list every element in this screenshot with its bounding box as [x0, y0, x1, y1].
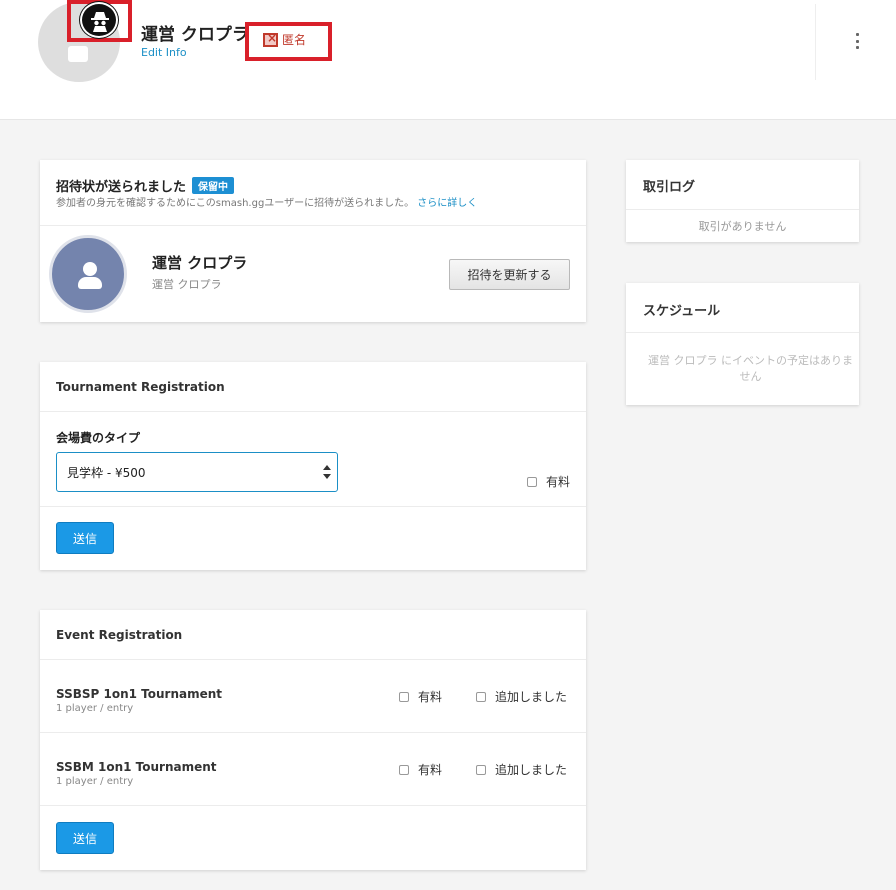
- event-name: SSBSP 1on1 Tournament: [56, 687, 223, 701]
- checkbox-icon: [399, 764, 409, 775]
- checkbox-icon: [476, 764, 486, 775]
- checkbox-icon: [527, 476, 537, 487]
- invitee-subname: 運営 クロプラ: [152, 278, 222, 291]
- refresh-invite-button[interactable]: 招待を更新する: [449, 259, 570, 290]
- paid-checkbox[interactable]: 有料: [527, 473, 570, 490]
- event-paid-checkbox[interactable]: 有料: [399, 688, 442, 705]
- invite-card: 招待状が送られました 保留中 参加者の身元を確認するためにこのsmash.ggユ…: [40, 160, 586, 322]
- submit-button[interactable]: 送信: [56, 522, 114, 554]
- paid-label: 有料: [418, 690, 443, 704]
- invite-title-row: 招待状が送られました 保留中: [56, 176, 235, 195]
- divider: [40, 659, 586, 660]
- transaction-log-empty: 取引がありません: [698, 220, 787, 233]
- select-arrows-icon: [323, 465, 331, 479]
- header-divider: [815, 4, 816, 80]
- event-paid-checkbox[interactable]: 有料: [399, 761, 442, 778]
- invitee-name: 運営 クロプラ: [152, 254, 248, 272]
- invite-description: 参加者の身元を確認するためにこのsmash.ggユーザーに招待が送られました。 …: [56, 194, 477, 209]
- divider: [626, 209, 859, 210]
- profile-header: 運営 クロプラ Edit Info 匿名: [0, 0, 896, 120]
- event-sub: 1 player / entry: [56, 776, 134, 787]
- event-added-checkbox[interactable]: 追加しました: [476, 761, 567, 778]
- divider: [40, 732, 586, 733]
- learn-more-link[interactable]: さらに詳しく: [417, 198, 477, 209]
- anonymous-badge: 匿名: [263, 31, 306, 48]
- divider: [40, 805, 586, 806]
- divider: [626, 332, 859, 333]
- divider: [40, 506, 586, 507]
- divider: [40, 411, 586, 412]
- invite-title: 招待状が送られました: [56, 180, 187, 195]
- submit-button[interactable]: 送信: [56, 822, 114, 854]
- event-added-checkbox[interactable]: 追加しました: [476, 688, 567, 705]
- anonymous-spy-icon: [80, 2, 118, 38]
- schedule-card: スケジュール 運営 クロプラ にイベントの予定はありません: [626, 283, 859, 405]
- anonymous-icon: [263, 31, 278, 47]
- checkbox-icon: [399, 691, 409, 702]
- fee-type-label: 会場費のタイプ: [56, 431, 141, 445]
- edit-info-link[interactable]: Edit Info: [141, 46, 187, 59]
- paid-label: 有料: [546, 475, 571, 489]
- event-name: SSBM 1on1 Tournament: [56, 760, 217, 774]
- schedule-title: スケジュール: [643, 304, 721, 319]
- transaction-log-title: 取引ログ: [643, 180, 696, 195]
- added-label: 追加しました: [495, 690, 568, 704]
- schedule-empty: 運営 クロプラ にイベントの予定はありません: [648, 354, 853, 383]
- anonymous-label: 匿名: [282, 33, 307, 47]
- section-title: Event Registration: [56, 628, 183, 642]
- event-sub: 1 player / entry: [56, 703, 134, 714]
- paid-label: 有料: [418, 763, 443, 777]
- fee-type-select[interactable]: 見学枠 - ¥500: [56, 452, 338, 492]
- checkbox-icon: [476, 691, 486, 702]
- user-name: 運営 クロプラ: [141, 25, 249, 45]
- added-label: 追加しました: [495, 763, 568, 777]
- user-icon: [83, 262, 97, 276]
- status-badge: 保留中: [192, 177, 235, 194]
- avatar: [49, 235, 127, 313]
- event-registration-card: Event Registration SSBSP 1on1 Tournament…: [40, 610, 586, 870]
- invite-description-text: 参加者の身元を確認するためにこのsmash.ggユーザーに招待が送られました。: [56, 198, 415, 209]
- section-title: Tournament Registration: [56, 380, 225, 394]
- tournament-registration-card: Tournament Registration 会場費のタイプ 見学枠 - ¥5…: [40, 362, 586, 570]
- divider: [40, 225, 586, 226]
- fee-type-value: 見学枠 - ¥500: [67, 465, 146, 480]
- transaction-log-card: 取引ログ 取引がありません: [626, 160, 859, 242]
- more-menu-icon[interactable]: [852, 33, 862, 49]
